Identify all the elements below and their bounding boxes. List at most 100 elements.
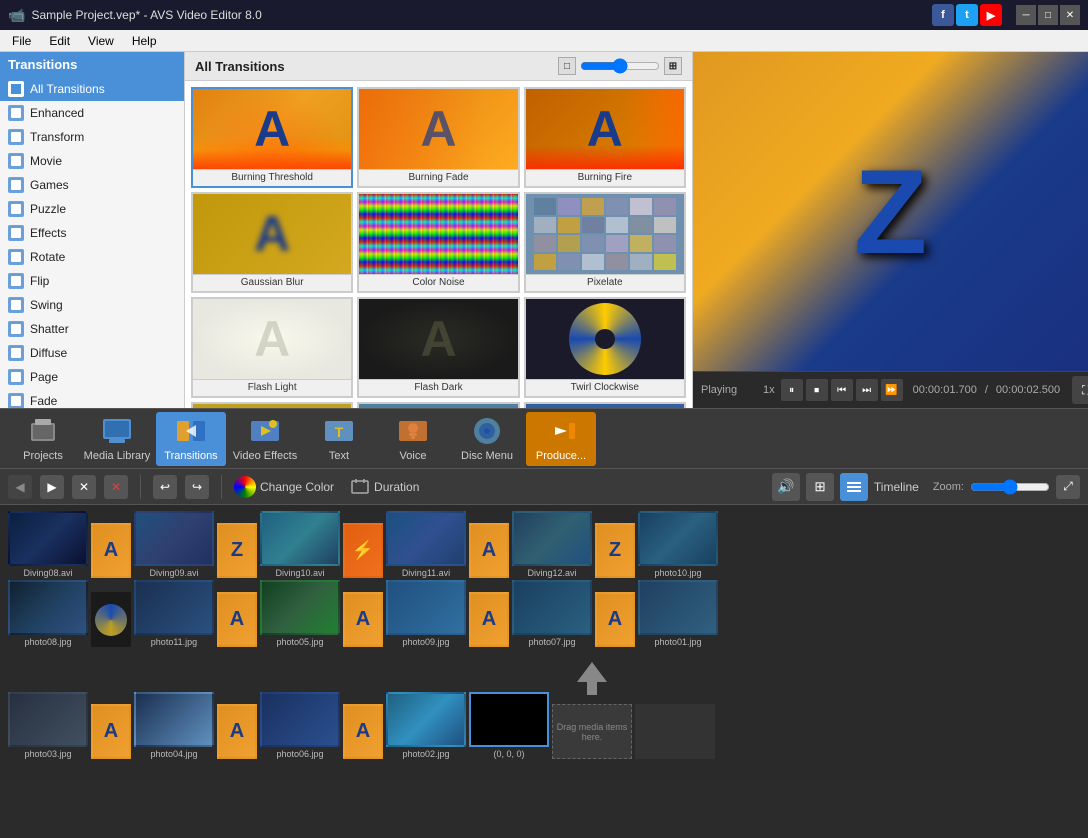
grid-size-slider[interactable] bbox=[580, 58, 660, 74]
media-item-trans-z1[interactable]: Z bbox=[217, 523, 257, 578]
transition-flash-light[interactable]: A Flash Light bbox=[191, 297, 353, 398]
sidebar-item-fade[interactable]: Fade bbox=[0, 389, 184, 408]
cancel-button[interactable]: ✕ bbox=[72, 475, 96, 499]
media-item-trans-a6[interactable]: A bbox=[595, 592, 635, 647]
text-button[interactable]: T Text bbox=[304, 412, 374, 466]
media-item-trans-a4[interactable]: A bbox=[343, 592, 383, 647]
transition-gaussian-blur[interactable]: A Gaussian Blur bbox=[191, 192, 353, 293]
projects-button[interactable]: Projects bbox=[8, 412, 78, 466]
transition-twirl-clockwise[interactable]: Twirl Clockwise bbox=[524, 297, 686, 398]
media-item-trans-orange1[interactable]: ⚡ bbox=[343, 523, 383, 578]
media-item-photo03[interactable]: photo03.jpg bbox=[8, 692, 88, 759]
media-item-trans-a7[interactable]: A bbox=[91, 704, 131, 759]
menu-edit[interactable]: Edit bbox=[41, 32, 78, 50]
expand-timeline-button[interactable]: ⤢ bbox=[1056, 475, 1080, 499]
maximize-button[interactable]: □ bbox=[1038, 5, 1058, 25]
transition-row4-2[interactable]: ... bbox=[357, 402, 519, 408]
media-item-photo07[interactable]: photo07.jpg bbox=[512, 580, 592, 647]
transition-row4-3[interactable]: ... bbox=[524, 402, 686, 408]
video-effects-button[interactable]: Video Effects bbox=[230, 412, 300, 466]
produce-button[interactable]: Produce... bbox=[526, 412, 596, 466]
sidebar-item-diffuse[interactable]: Diffuse bbox=[0, 341, 184, 365]
media-item-trans-a1[interactable]: A bbox=[91, 523, 131, 578]
media-item-photo06[interactable]: photo06.jpg bbox=[260, 692, 340, 759]
drag-drop-zone[interactable]: Drag media items here. bbox=[552, 704, 632, 759]
transition-burning-fire[interactable]: A Burning Fire bbox=[524, 87, 686, 188]
fast-forward-button[interactable]: ⏩ bbox=[881, 379, 903, 401]
next-button[interactable]: ⏭ bbox=[856, 379, 878, 401]
transition-flash-dark[interactable]: A Flash Dark bbox=[357, 297, 519, 398]
transition-burning-threshold[interactable]: A Burning Threshold bbox=[191, 87, 353, 188]
sidebar-item-games[interactable]: Games bbox=[0, 173, 184, 197]
transition-color-noise[interactable]: Color Noise bbox=[357, 192, 519, 293]
media-item-trans-a3[interactable]: A bbox=[217, 592, 257, 647]
media-item-placeholder[interactable] bbox=[635, 704, 715, 759]
media-item-diving11[interactable]: Diving11.avi bbox=[386, 511, 466, 578]
disc-menu-button[interactable]: Disc Menu bbox=[452, 412, 522, 466]
zoom-slider[interactable] bbox=[970, 479, 1050, 495]
sidebar-item-transform[interactable]: Transform bbox=[0, 125, 184, 149]
media-item-photo10[interactable]: photo10.jpg bbox=[638, 511, 718, 578]
media-item-diving12[interactable]: Diving12.avi bbox=[512, 511, 592, 578]
media-item-photo01[interactable]: photo01.jpg bbox=[638, 580, 718, 647]
menu-help[interactable]: Help bbox=[124, 32, 165, 50]
transition-row4-1[interactable]: ... bbox=[191, 402, 353, 408]
color-picker-icon[interactable] bbox=[234, 476, 256, 498]
facebook-icon[interactable]: f bbox=[932, 4, 954, 26]
pause-button[interactable]: ⏸ bbox=[781, 379, 803, 401]
sidebar-item-page[interactable]: Page bbox=[0, 365, 184, 389]
grid-size-large[interactable]: ⊞ bbox=[664, 57, 682, 75]
timeline-view-button[interactable] bbox=[840, 473, 868, 501]
sidebar-item-shatter[interactable]: Shatter bbox=[0, 317, 184, 341]
undo-button[interactable]: ↩ bbox=[153, 475, 177, 499]
minimize-button[interactable]: ─ bbox=[1016, 5, 1036, 25]
media-library-button[interactable]: Media Library bbox=[82, 412, 152, 466]
sidebar-item-flip[interactable]: Flip bbox=[0, 269, 184, 293]
media-item-diving10[interactable]: Diving10.avi bbox=[260, 511, 340, 578]
youtube-icon[interactable]: ▶ bbox=[980, 4, 1002, 26]
delete-button[interactable]: ✕ bbox=[104, 475, 128, 499]
media-item-trans-circle[interactable] bbox=[91, 592, 131, 647]
media-item-selected-black[interactable]: (0, 0, 0) bbox=[469, 692, 549, 759]
redo-button[interactable]: ↪ bbox=[185, 475, 209, 499]
media-item-photo05[interactable]: photo05.jpg bbox=[260, 580, 340, 647]
media-item-trans-a5[interactable]: A bbox=[469, 592, 509, 647]
media-item-photo11[interactable]: photo11.jpg bbox=[134, 580, 214, 647]
menu-file[interactable]: File bbox=[4, 32, 39, 50]
grid-size-small[interactable]: □ bbox=[558, 57, 576, 75]
media-item-photo04[interactable]: photo04.jpg bbox=[134, 692, 214, 759]
close-button[interactable]: ✕ bbox=[1060, 5, 1080, 25]
forward-button[interactable]: ▶ bbox=[40, 475, 64, 499]
media-item-trans-a2[interactable]: A bbox=[469, 523, 509, 578]
transition-burning-fade[interactable]: A Burning Fade bbox=[357, 87, 519, 188]
change-color-group[interactable]: Change Color bbox=[234, 476, 334, 498]
media-item-drag-area[interactable]: Drag media items here. bbox=[552, 649, 632, 759]
transition-pixelate[interactable]: Pixelate bbox=[524, 192, 686, 293]
media-item-photo08[interactable]: photo08.jpg bbox=[8, 580, 88, 647]
sidebar-item-effects[interactable]: Effects bbox=[0, 221, 184, 245]
prev-button[interactable]: ⏮ bbox=[831, 379, 853, 401]
view-toggle-button[interactable]: ⊞ bbox=[806, 473, 834, 501]
media-item-diving08[interactable]: Diving08.avi bbox=[8, 511, 88, 578]
media-item-photo02[interactable]: photo02.jpg bbox=[386, 692, 466, 759]
sidebar-item-all-transitions[interactable]: All Transitions bbox=[0, 77, 184, 101]
fullscreen-button[interactable]: ⛶ bbox=[1072, 376, 1088, 404]
media-item-diving09[interactable]: Diving09.avi bbox=[134, 511, 214, 578]
twitter-icon[interactable]: t bbox=[956, 4, 978, 26]
sidebar-item-movie[interactable]: Movie bbox=[0, 149, 184, 173]
sidebar-item-swing[interactable]: Swing bbox=[0, 293, 184, 317]
stop-button[interactable]: ⏹ bbox=[806, 379, 828, 401]
media-item-trans-a9[interactable]: A bbox=[343, 704, 383, 759]
voice-button[interactable]: Voice bbox=[378, 412, 448, 466]
media-item-trans-a8[interactable]: A bbox=[217, 704, 257, 759]
media-item-trans-z2[interactable]: Z bbox=[595, 523, 635, 578]
audio-button[interactable]: 🔊 bbox=[772, 473, 800, 501]
duration-group[interactable]: Duration bbox=[350, 477, 419, 497]
sidebar-item-enhanced[interactable]: Enhanced bbox=[0, 101, 184, 125]
sidebar-item-puzzle[interactable]: Puzzle bbox=[0, 197, 184, 221]
media-item-photo09[interactable]: photo09.jpg bbox=[386, 580, 466, 647]
back-button[interactable]: ◀ bbox=[8, 475, 32, 499]
menu-view[interactable]: View bbox=[80, 32, 122, 50]
sidebar-item-rotate[interactable]: Rotate bbox=[0, 245, 184, 269]
transitions-button[interactable]: Transitions bbox=[156, 412, 226, 466]
